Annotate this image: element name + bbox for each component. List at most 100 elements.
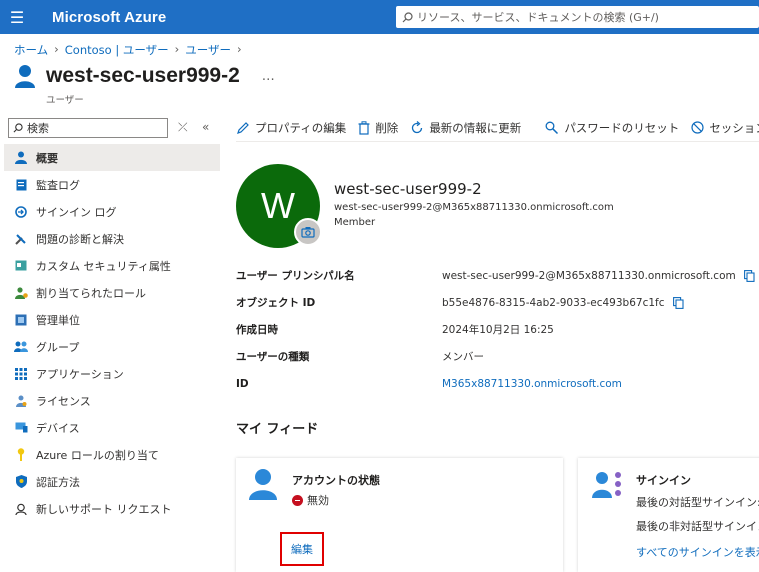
- chevron-right-icon: ›: [237, 42, 242, 56]
- log-icon: [14, 178, 28, 192]
- nav-item-auth-methods[interactable]: 認証方法: [4, 468, 220, 495]
- signin-title: サインイン: [636, 474, 691, 487]
- nav-item-devices[interactable]: デバイス: [4, 414, 220, 441]
- command-bar: プロパティの編集 削除 最新の情報に更新 パスワードのリセット セッション: [236, 114, 759, 142]
- property-row: 作成日時 2024年10月2日 16:25: [236, 316, 756, 343]
- page-title: west-sec-user999-2: [46, 64, 240, 87]
- view-all-signins-link[interactable]: すべてのサインインを表示: [636, 544, 759, 560]
- page-subtitle: ユーザー: [46, 95, 84, 106]
- chevron-right-icon: ›: [54, 42, 59, 56]
- nav-item-audit-logs[interactable]: 監査ログ: [4, 171, 220, 198]
- nav-item-applications[interactable]: アプリケーション: [4, 360, 220, 387]
- breadcrumb-users[interactable]: ユーザー: [185, 42, 231, 58]
- nav-label: 問題の診断と解決: [36, 232, 124, 246]
- nav-item-azure-roles[interactable]: Azure ロールの割り当て: [4, 441, 220, 468]
- account-status-card: アカウントの状態 無効 編集: [236, 458, 563, 572]
- nav-item-groups[interactable]: グループ: [4, 333, 220, 360]
- camera-icon[interactable]: [294, 218, 322, 246]
- delete-button[interactable]: 削除: [358, 120, 398, 136]
- nav-label: 概要: [36, 151, 58, 165]
- group-icon: [14, 340, 28, 354]
- identity-link[interactable]: M365x88711330.onmicrosoft.com: [442, 378, 622, 390]
- collapse-nav-icon[interactable]: «: [202, 120, 209, 134]
- signin-card: サインイン 最後の対話型サインイン: 最後の非対話型サインイン すべてのサインイ…: [578, 458, 759, 572]
- user-icon: [15, 65, 35, 88]
- reset-password-label: パスワードのリセット: [564, 120, 680, 135]
- property-row: オブジェクト ID b55e4876-8315-4ab2-9033-ec493b…: [236, 289, 756, 316]
- nav-label: 割り当てられたロール: [36, 286, 146, 300]
- breadcrumb: ホーム › Contoso | ユーザー › ユーザー ›: [14, 42, 242, 58]
- pencil-icon: [237, 121, 249, 134]
- search-icon: [402, 11, 413, 22]
- property-key: ユーザーの種類: [236, 351, 310, 363]
- status-badge: 無効: [292, 492, 329, 508]
- attribute-icon: [14, 259, 28, 273]
- property-value: メンバー: [442, 351, 484, 363]
- support-icon: [14, 502, 28, 516]
- nav-label: Azure ロールの割り当て: [36, 448, 159, 462]
- reset-password-button[interactable]: パスワードのリセット: [545, 120, 679, 136]
- nav-label: 監査ログ: [36, 178, 80, 192]
- property-value: b55e4876-8315-4ab2-9033-ec493b67c1fc: [442, 297, 684, 309]
- breadcrumb-tenant[interactable]: Contoso | ユーザー: [65, 42, 169, 58]
- nav-item-assigned-roles[interactable]: 割り当てられたロール: [4, 279, 220, 306]
- nav-search-placeholder: 検索: [27, 122, 49, 135]
- nav-item-licenses[interactable]: ライセンス: [4, 387, 220, 414]
- hamburger-menu-icon[interactable]: ☰: [0, 0, 34, 34]
- brand-name[interactable]: Microsoft Azure: [52, 9, 166, 26]
- account-status-title: アカウントの状態: [292, 474, 380, 487]
- nav-item-overview[interactable]: 概要: [4, 144, 220, 171]
- edit-properties-button[interactable]: プロパティの編集: [236, 120, 346, 136]
- nav-label: デバイス: [36, 421, 80, 435]
- property-value: west-sec-user999-2@M365x88711330.onmicro…: [442, 270, 755, 282]
- chevron-right-icon: ›: [174, 42, 180, 56]
- nav-item-new-support-request[interactable]: 新しいサポート リクエスト: [4, 495, 220, 522]
- signin-icon: [14, 205, 28, 219]
- refresh-label: 最新の情報に更新: [429, 120, 522, 135]
- more-options-icon[interactable]: …: [262, 69, 275, 84]
- global-search-input[interactable]: リソース、サービス、ドキュメントの検索 (G+/): [396, 6, 759, 28]
- property-row: ID M365x88711330.onmicrosoft.com: [236, 370, 756, 397]
- key-icon: [14, 448, 28, 462]
- refresh-button[interactable]: 最新の情報に更新: [410, 120, 521, 136]
- filter-clear-icon[interactable]: ⤫: [178, 120, 188, 135]
- admin-unit-icon: [14, 313, 28, 327]
- delete-label: 削除: [375, 120, 399, 135]
- nav-label: ライセンス: [36, 394, 91, 408]
- nav-label: 認証方法: [36, 475, 80, 489]
- property-key: オブジェクト ID: [236, 297, 316, 309]
- refresh-icon: [412, 120, 423, 133]
- profile-user-type: Member: [334, 217, 376, 228]
- copy-icon[interactable]: [672, 296, 684, 309]
- key-search-icon: [545, 121, 559, 134]
- nav-item-custom-attributes[interactable]: カスタム セキュリティ属性: [4, 252, 220, 279]
- top-bar: ☰ Microsoft Azure リソース、サービス、ドキュメントの検索 (G…: [0, 0, 759, 34]
- disabled-icon: [292, 494, 303, 506]
- revoke-sessions-button[interactable]: セッション: [691, 120, 759, 136]
- apps-icon: [14, 367, 28, 381]
- property-row: ユーザーの種類 メンバー: [236, 343, 756, 370]
- property-value: 2024年10月2日 16:25: [442, 324, 554, 336]
- signin-users-icon: [592, 472, 621, 498]
- edit-account-status-link[interactable]: 編集: [280, 532, 324, 566]
- edit-properties-label: プロパティの編集: [255, 120, 347, 135]
- breadcrumb-home[interactable]: ホーム: [14, 42, 48, 58]
- nav-label: 新しいサポート リクエスト: [36, 502, 172, 516]
- wrench-icon: [14, 232, 28, 246]
- device-icon: [14, 421, 28, 435]
- copy-icon[interactable]: [743, 269, 755, 282]
- search-placeholder: リソース、サービス、ドキュメントの検索 (G+/): [417, 11, 659, 24]
- user-icon: [249, 469, 277, 500]
- nav-item-diagnose[interactable]: 問題の診断と解決: [4, 225, 220, 252]
- license-icon: [14, 394, 28, 408]
- nav-label: サインイン ログ: [36, 205, 117, 219]
- nav-label: アプリケーション: [36, 367, 124, 381]
- search-icon: [13, 123, 23, 133]
- property-row: ユーザー プリンシパル名 west-sec-user999-2@M365x887…: [236, 262, 756, 289]
- nav-label: 管理単位: [36, 313, 80, 327]
- nav-label: カスタム セキュリティ属性: [36, 259, 171, 273]
- nav-item-admin-units[interactable]: 管理単位: [4, 306, 220, 333]
- nav-label: グループ: [36, 340, 80, 354]
- nav-search-input[interactable]: 検索: [8, 118, 168, 138]
- nav-item-signin-logs[interactable]: サインイン ログ: [4, 198, 220, 225]
